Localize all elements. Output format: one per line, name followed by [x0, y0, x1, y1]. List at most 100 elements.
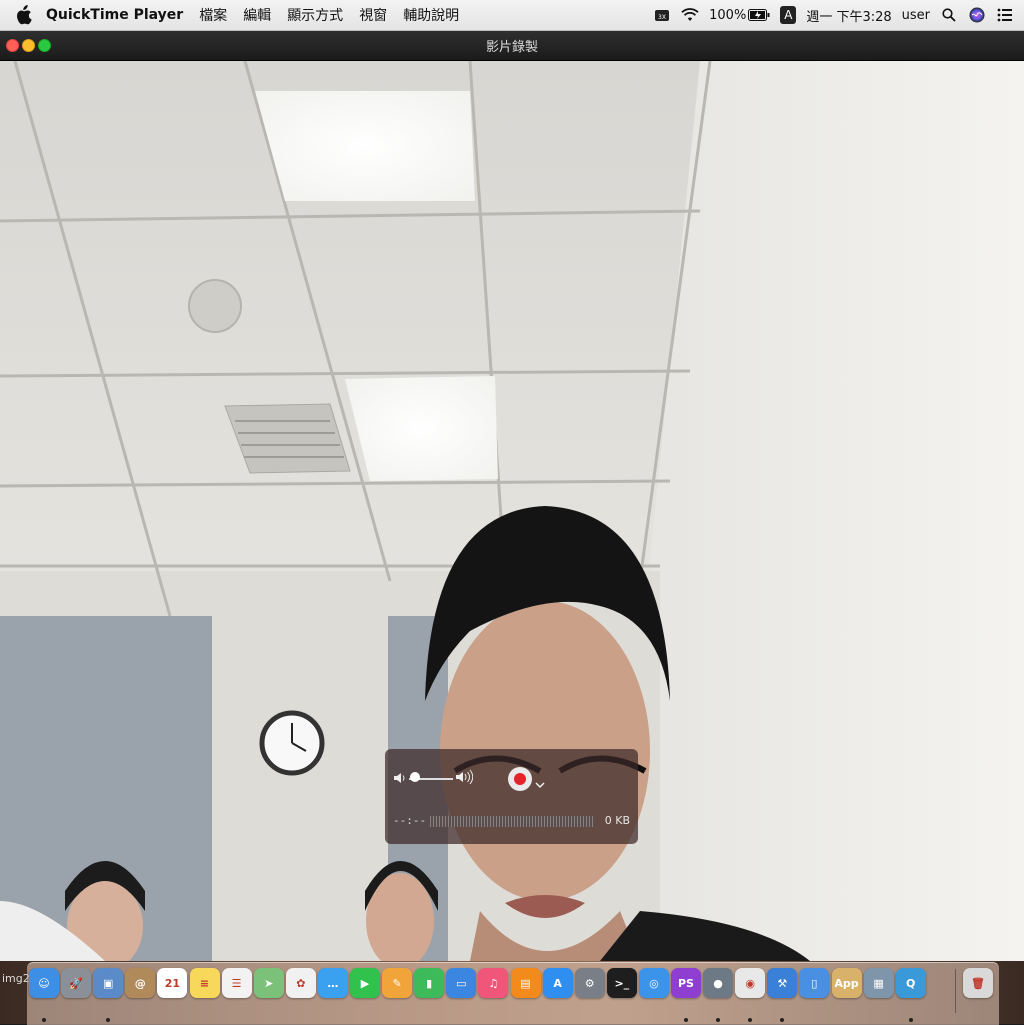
menu-file[interactable]: 檔案 [199, 5, 227, 25]
dock-item-phpstorm[interactable]: PS [671, 968, 701, 1022]
clock[interactable]: 週一 下午3:28 [806, 6, 891, 25]
simulator-icon: ▯ [799, 968, 830, 998]
notification-center-icon[interactable] [996, 6, 1014, 24]
dock-separator [955, 969, 956, 1013]
battery-percent[interactable]: 100% [709, 8, 746, 23]
preview-icon: ▣ [93, 968, 124, 998]
dock-item-image-capture[interactable]: ▦ [863, 968, 894, 1008]
spotlight-search-icon[interactable] [940, 6, 958, 24]
recording-options-chevron-icon[interactable] [535, 774, 545, 793]
zoom-button[interactable] [38, 39, 51, 52]
keynote-icon: ▭ [446, 968, 477, 998]
recording-controls: --:-- 0 KB [385, 749, 638, 844]
dock-item-xcode[interactable]: ⚒ [767, 968, 798, 1022]
apple-menu-icon[interactable] [14, 5, 32, 25]
minimize-button[interactable] [22, 39, 35, 52]
itunes-icon: ♫ [478, 968, 509, 998]
window-titlebar[interactable]: 影片錄製 [0, 31, 1024, 61]
messages-icon: … [317, 968, 348, 998]
record-icon [514, 773, 526, 785]
running-indicator [106, 1018, 111, 1022]
siri-icon[interactable] [968, 6, 986, 24]
volume-slider-knob[interactable] [410, 772, 421, 782]
dock-item-contacts[interactable]: @ [125, 968, 156, 1008]
dock-item-simulator[interactable]: ▯ [799, 968, 830, 1008]
record-button[interactable] [508, 767, 532, 791]
safari-icon: ◎ [638, 968, 669, 998]
quicktime-icon: Q [895, 968, 926, 998]
dock-item-numbers[interactable]: ▮ [414, 968, 445, 1008]
dock-item-notes[interactable]: ≡ [189, 968, 220, 1008]
menu-help[interactable]: 輔助說明 [403, 5, 459, 25]
contacts-icon: @ [125, 968, 156, 998]
dock-item-app-store[interactable]: A [542, 968, 573, 1008]
dock-item-finder[interactable]: ☺ [29, 968, 59, 1022]
dock-item-sequel-pro[interactable]: ● [703, 968, 734, 1022]
dock-item-chrome[interactable]: ◉ [735, 968, 766, 1022]
dock-item-trash[interactable]: 🗑 [963, 968, 993, 1008]
finder-icon: ☺ [29, 968, 59, 998]
file-size: 0 KB [604, 814, 630, 827]
running-indicator [908, 1018, 913, 1022]
close-button[interactable] [6, 39, 19, 52]
application-loader-icon: App [831, 968, 862, 998]
screen-recording-icon[interactable]: 3X [653, 6, 671, 24]
launchpad-icon: 🚀 [61, 968, 92, 998]
chrome-icon: ◉ [735, 968, 766, 998]
input-source-icon[interactable]: A [780, 6, 797, 24]
dock-item-pages[interactable]: ✎ [382, 968, 413, 1008]
calendar-icon: 21 [157, 968, 188, 998]
dock-item-photos[interactable]: ✿ [285, 968, 316, 1008]
dock-item-application-loader[interactable]: App [831, 968, 862, 1008]
image-capture-icon: ▦ [863, 968, 894, 998]
wifi-icon[interactable] [681, 6, 699, 24]
sequel-pro-icon: ● [703, 968, 734, 998]
numbers-icon: ▮ [414, 968, 445, 998]
running-indicator [684, 1018, 688, 1022]
dock-item-safari[interactable]: ◎ [638, 968, 669, 1008]
user-menu[interactable]: user [902, 8, 930, 23]
pages-icon: ✎ [382, 968, 413, 998]
audio-level-meter [430, 816, 594, 827]
running-indicator [780, 1018, 785, 1022]
trash-icon: 🗑 [963, 968, 993, 998]
system-preferences-icon: ⚙ [574, 968, 605, 998]
dock-item-reminders[interactable]: ☰ [221, 968, 252, 1008]
running-indicator [42, 1018, 46, 1022]
desktop-file-label[interactable]: img2 [2, 972, 30, 985]
notes-icon: ≡ [189, 968, 220, 998]
dock-item-terminal[interactable]: >_ [606, 968, 637, 1008]
dock-item-preview[interactable]: ▣ [93, 968, 124, 1022]
menu-view[interactable]: 顯示方式 [287, 5, 343, 25]
maps-icon: ➤ [253, 968, 284, 998]
phpstorm-icon: PS [671, 968, 701, 998]
running-indicator [748, 1018, 753, 1022]
quicktime-window: 影片錄製 --:-- 0 KB [0, 31, 1024, 961]
dock-item-quicktime-player[interactable]: Q [895, 968, 926, 1022]
facetime-icon: ▶ [350, 968, 380, 998]
app-store-icon: A [542, 968, 573, 998]
ibooks-icon: ▤ [510, 968, 541, 998]
xcode-icon: ⚒ [767, 968, 798, 998]
dock-item-messages[interactable]: … [317, 968, 348, 1008]
battery-charging-icon[interactable] [748, 6, 770, 24]
status-area: 3X 100% A 週一 下午3:28 user [643, 0, 1014, 30]
dock-item-facetime[interactable]: ▶ [350, 968, 380, 1008]
dock-item-launchpad[interactable]: 🚀 [61, 968, 92, 1008]
svg-text:3X: 3X [658, 14, 666, 21]
dock-item-ibooks[interactable]: ▤ [510, 968, 541, 1008]
dock-item-calendar[interactable]: 21 [157, 968, 188, 1008]
window-title: 影片錄製 [485, 40, 538, 55]
reminders-icon: ☰ [221, 968, 252, 998]
elapsed-time: --:-- [393, 814, 427, 827]
dock: ☺ 🚀 ▣ @21 ≡ ☰ ➤ ✿… ▶ ✎ ▮ ▭ ♫ ▤ A ⚙ >_ ◎ PS ● ◉ ⚒ ▯ App ▦ Q 🗑 [27, 962, 999, 1025]
menu-edit[interactable]: 編輯 [243, 5, 271, 25]
dock-item-system-preferences[interactable]: ⚙ [574, 968, 605, 1008]
app-menu[interactable]: QuickTime Player [46, 7, 183, 23]
dock-item-maps[interactable]: ➤ [253, 968, 284, 1008]
menu-window[interactable]: 視窗 [359, 5, 387, 25]
photos-icon: ✿ [285, 968, 316, 998]
dock-item-itunes[interactable]: ♫ [478, 968, 509, 1008]
volume-low-icon [393, 770, 407, 789]
dock-item-keynote[interactable]: ▭ [446, 968, 477, 1008]
